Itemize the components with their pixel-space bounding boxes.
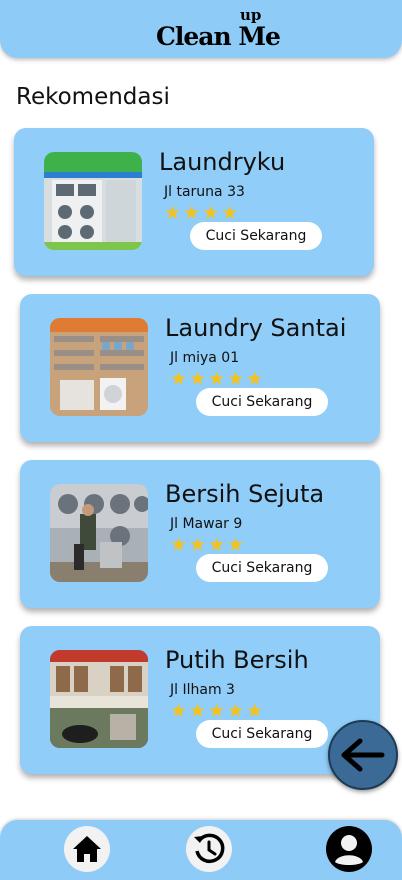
history-icon [194,833,225,864]
laundry-photo [50,318,148,416]
laundry-photo [50,484,148,582]
arrow-left-icon [341,738,385,772]
wash-now-button[interactable]: Cuci Sekarang [196,720,328,748]
wash-now-button[interactable]: Cuci Sekarang [190,222,322,250]
back-button[interactable] [328,720,398,790]
laundry-name: Putih Bersih [165,646,309,674]
wash-now-button[interactable]: Cuci Sekarang [196,388,328,416]
laundry-address: Jl Mawar 9 [170,516,243,532]
app-logo-superscript: up [240,6,262,24]
laundry-address: Jl miya 01 [170,350,240,366]
laundry-name: Laundryku [159,148,286,176]
rating-stars: ★★★★ [164,202,241,224]
rating-stars: ★★★★★ [170,700,266,722]
nav-home[interactable] [64,826,110,872]
laundry-photo [50,650,148,748]
laundry-card[interactable]: Laundryku Jl taruna 33 ★★★★ Cuci Sekaran… [14,128,374,276]
rating-stars: ★★★★★ [170,368,266,390]
bottom-nav [0,820,402,880]
laundry-photo [44,152,142,250]
laundry-card[interactable]: Laundry Santai Jl miya 01 ★★★★★ Cuci Sek… [20,294,380,442]
rating-stars: ★★★★ [170,534,247,556]
laundry-card[interactable]: Bersih Sejuta Jl Mawar 9 ★★★★ Cuci Sekar… [20,460,380,608]
laundry-address: Jl taruna 33 [164,184,245,200]
nav-history[interactable] [186,826,232,872]
profile-icon [326,826,372,872]
laundry-name: Bersih Sejuta [165,480,325,508]
section-title: Rekomendasi [16,84,170,110]
laundry-address: Jl Ilham 3 [170,682,235,698]
laundry-card[interactable]: Putih Bersih Jl Ilham 3 ★★★★★ Cuci Sekar… [20,626,380,774]
home-icon [73,836,101,862]
laundry-name: Laundry Santai [165,314,347,342]
app-header: Clean Me up [0,0,402,58]
nav-profile[interactable] [326,826,372,872]
wash-now-button[interactable]: Cuci Sekarang [196,554,328,582]
app-logo: Clean Me [156,22,281,51]
